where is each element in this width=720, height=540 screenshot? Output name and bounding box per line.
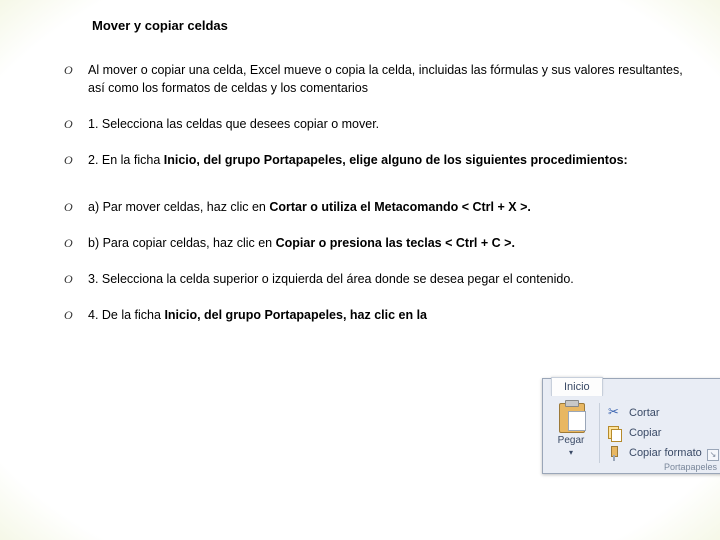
paste-label: Pegar (549, 435, 593, 446)
brush-icon (608, 446, 623, 461)
bullet-item: 1. Selecciona las celdas que desees copi… (60, 115, 690, 133)
ribbon-clipboard-group: Inicio Pegar ▾ Cortar Copiar Copiar form… (542, 378, 720, 474)
bullet-item: 4. De la ficha Inicio, del grupo Portapa… (60, 306, 690, 324)
paste-button[interactable]: Pegar ▾ (549, 403, 600, 463)
cut-label: Cortar (629, 407, 660, 419)
scissors-icon (608, 406, 623, 421)
copy-button[interactable]: Copiar (608, 423, 717, 443)
cut-button[interactable]: Cortar (608, 403, 717, 423)
copy-icon (608, 426, 623, 441)
format-painter-label: Copiar formato (629, 447, 702, 459)
group-label: Portapapeles (664, 462, 717, 472)
bullet-item: b) Para copiar celdas, haz clic en Copia… (60, 234, 690, 252)
copy-label: Copiar (629, 427, 661, 439)
bullet-item: 2. En la ficha Inicio, del grupo Portapa… (60, 151, 690, 169)
chevron-down-icon[interactable]: ▾ (569, 448, 573, 457)
slide-title: Mover y copiar celdas (92, 18, 690, 33)
bullet-list: Al mover o copiar una celda, Excel mueve… (60, 61, 690, 324)
dialog-launcher-icon[interactable]: ↘ (707, 449, 719, 461)
paste-icon (556, 403, 586, 433)
format-painter-button[interactable]: Copiar formato (608, 443, 717, 463)
bullet-item: Al mover o copiar una celda, Excel mueve… (60, 61, 690, 97)
bullet-item: 3. Selecciona la celda superior o izquie… (60, 270, 690, 288)
bullet-item: a) Par mover celdas, haz clic en Cortar … (60, 198, 690, 216)
tab-inicio[interactable]: Inicio (551, 377, 603, 396)
